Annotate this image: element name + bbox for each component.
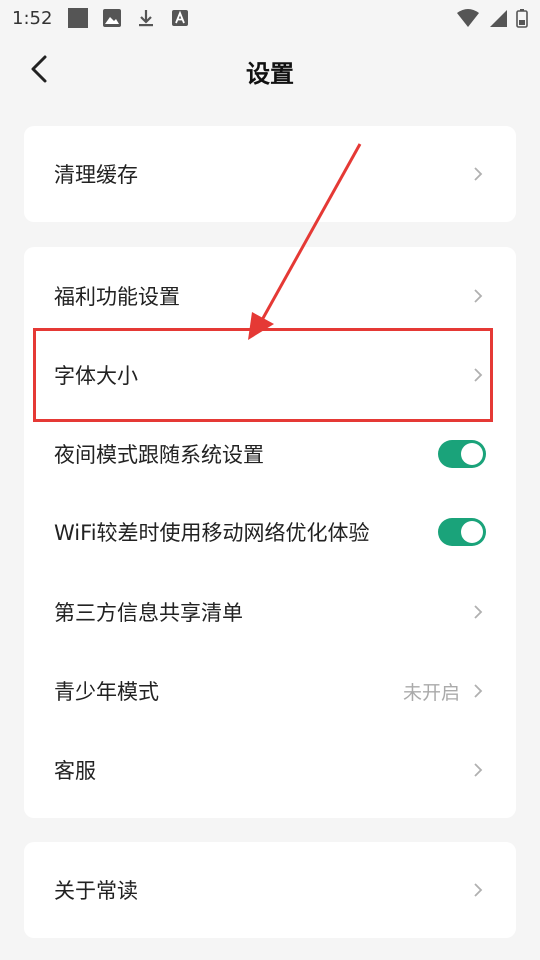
settings-card-cache: 清理缓存	[24, 126, 516, 222]
wifi-icon	[457, 9, 479, 27]
toggle-knob	[461, 443, 483, 465]
chevron-right-icon	[474, 368, 483, 382]
image-icon	[103, 9, 122, 27]
chevron-right-icon	[474, 684, 483, 698]
chevron-right-icon	[474, 883, 483, 897]
download-icon	[139, 10, 154, 27]
row-about[interactable]: 关于常读	[24, 859, 516, 921]
row-welfare-settings[interactable]: 福利功能设置	[24, 265, 516, 327]
settings-card-about: 关于常读	[24, 842, 516, 938]
battery-icon	[516, 9, 528, 28]
row-wifi-optimize: WiFi较差时使用移动网络优化体验	[24, 501, 516, 563]
header: 设置	[0, 36, 540, 106]
row-clear-cache[interactable]: 清理缓存	[24, 143, 516, 205]
row-font-size[interactable]: 字体大小	[24, 344, 516, 406]
row-label: 清理缓存	[54, 163, 138, 187]
status-time: 1:52	[12, 7, 53, 29]
chevron-right-icon	[474, 763, 483, 777]
status-icons-left	[68, 8, 190, 28]
row-customer-service[interactable]: 客服	[24, 739, 516, 801]
status-icons-right	[456, 8, 528, 28]
chevron-left-icon	[31, 55, 47, 83]
row-label: 关于常读	[54, 879, 138, 903]
row-third-party-sharing[interactable]: 第三方信息共享清单	[24, 581, 516, 643]
row-label: 第三方信息共享清单	[54, 601, 243, 625]
page-title: 设置	[246, 59, 294, 88]
settings-card-main: 福利功能设置 字体大小 夜间模式跟随系统设置 WiFi较差时使用移动网络优化体验…	[24, 247, 516, 818]
row-label: 青少年模式	[54, 680, 159, 704]
row-night-mode: 夜间模式跟随系统设置	[24, 423, 516, 485]
back-button[interactable]	[24, 54, 54, 84]
chevron-right-icon	[474, 167, 483, 181]
notification-square-icon	[68, 8, 89, 28]
wifi-optimize-toggle[interactable]	[438, 518, 486, 546]
teen-mode-status: 未开启	[402, 681, 460, 704]
night-mode-toggle[interactable]	[438, 440, 486, 468]
row-label: 福利功能设置	[54, 285, 180, 309]
font-badge-icon	[172, 10, 189, 26]
row-label: 夜间模式跟随系统设置	[54, 443, 264, 467]
chevron-right-icon	[474, 289, 483, 303]
row-label: 字体大小	[54, 364, 138, 388]
toggle-knob	[461, 521, 483, 543]
status-bar: 1:52	[0, 0, 540, 36]
row-teen-mode[interactable]: 青少年模式 未开启	[24, 660, 516, 722]
chevron-right-icon	[474, 605, 483, 619]
row-label: WiFi较差时使用移动网络优化体验	[54, 521, 370, 545]
row-label: 客服	[54, 759, 96, 783]
signal-icon	[490, 10, 507, 27]
